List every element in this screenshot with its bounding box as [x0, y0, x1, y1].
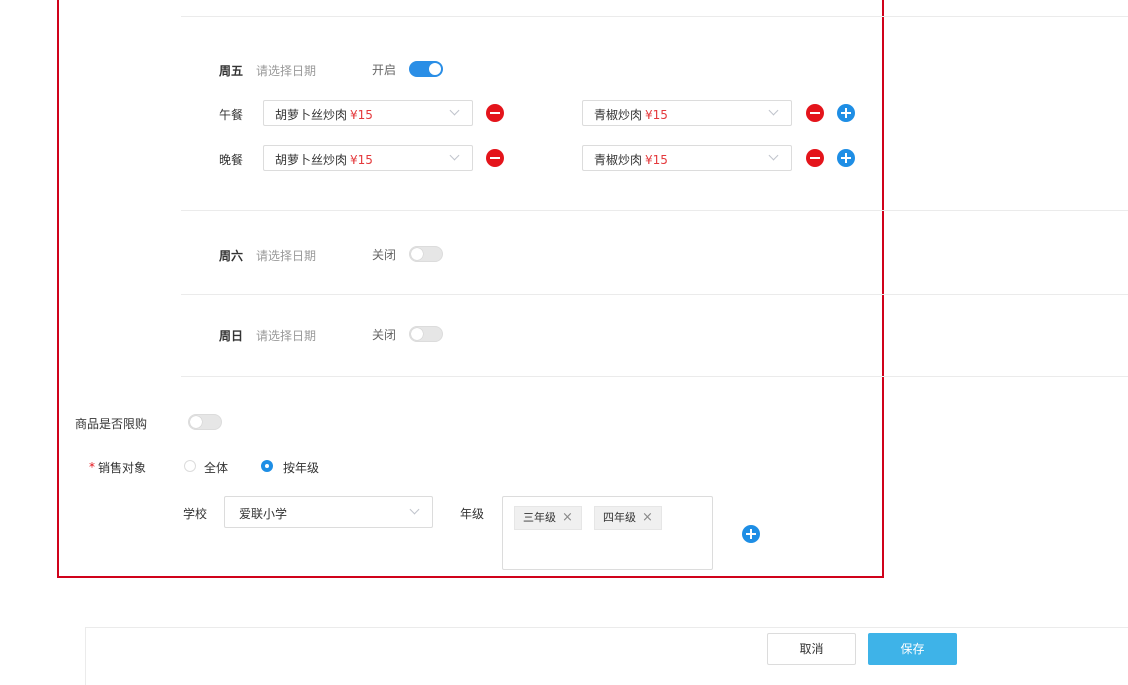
dish-name: 胡萝卜丝炒肉 [275, 108, 348, 122]
dish-name: 青椒炒肉 [594, 153, 643, 167]
grade-tag-label: 四年级 [603, 511, 636, 524]
meal-label-lunch: 午餐 [219, 108, 244, 122]
purchase-limit-label: 商品是否限购 [75, 417, 148, 431]
save-button[interactable]: 保存 [868, 633, 957, 665]
footer-border [85, 627, 86, 685]
chevron-down-icon [768, 105, 779, 116]
day-label-sunday: 周日 [219, 329, 244, 343]
toggle-saturday[interactable] [409, 246, 443, 262]
date-picker-sunday[interactable]: 请选择日期 [256, 327, 316, 344]
grade-tag: 三年级 × [514, 506, 582, 530]
close-icon[interactable]: × [562, 510, 573, 525]
dish-price: ¥15 [350, 153, 373, 167]
date-picker-saturday[interactable]: 请选择日期 [256, 247, 316, 264]
purchase-limit-toggle[interactable] [188, 414, 222, 430]
toggle-sunday[interactable] [409, 326, 443, 342]
chevron-down-icon [449, 150, 460, 161]
school-value: 爱联小学 [239, 507, 288, 521]
grade-label: 年级 [460, 507, 485, 521]
toggle-friday[interactable] [409, 61, 443, 77]
radio-all-label[interactable]: 全体 [204, 459, 228, 476]
radio-all[interactable] [184, 460, 196, 472]
dish-name: 青椒炒肉 [594, 108, 643, 122]
remove-dish-icon[interactable] [806, 104, 824, 122]
chevron-down-icon [409, 504, 420, 515]
toggle-knob [429, 63, 441, 75]
toggle-knob [411, 328, 423, 340]
switch-label-saturday: 关闭 [372, 248, 397, 262]
school-label: 学校 [183, 507, 208, 521]
close-icon[interactable]: × [642, 510, 653, 525]
day-label-saturday: 周六 [219, 249, 244, 263]
footer-divider [85, 627, 1128, 628]
add-dish-icon[interactable] [837, 104, 855, 122]
add-grade-icon[interactable] [742, 525, 760, 543]
chevron-down-icon [449, 105, 460, 116]
switch-label-friday: 开启 [372, 63, 397, 77]
divider [181, 376, 1128, 377]
school-select[interactable]: 爱联小学 [224, 496, 433, 528]
dish-select-dinner-1[interactable]: 胡萝卜丝炒肉 ¥15 [263, 145, 473, 171]
grade-tag: 四年级 × [594, 506, 662, 530]
divider [181, 16, 1128, 17]
meal-label-dinner: 晚餐 [219, 153, 244, 167]
dish-name: 胡萝卜丝炒肉 [275, 153, 348, 167]
radio-by-grade-label[interactable]: 按年级 [283, 459, 319, 476]
divider [181, 210, 1128, 211]
add-dish-icon[interactable] [837, 149, 855, 167]
dish-price: ¥15 [350, 108, 373, 122]
date-picker-friday[interactable]: 请选择日期 [256, 62, 316, 79]
dish-select-lunch-1[interactable]: 胡萝卜丝炒肉 ¥15 [263, 100, 473, 126]
day-label-friday: 周五 [219, 64, 244, 78]
radio-by-grade[interactable] [261, 460, 273, 472]
chevron-down-icon [768, 150, 779, 161]
grade-tag-label: 三年级 [523, 511, 556, 524]
switch-label-sunday: 关闭 [372, 328, 397, 342]
cancel-button[interactable]: 取消 [767, 633, 856, 665]
remove-dish-icon[interactable] [806, 149, 824, 167]
dish-select-dinner-2[interactable]: 青椒炒肉 ¥15 [582, 145, 792, 171]
sales-target-label: 销售对象 [98, 461, 147, 475]
highlight-frame [57, 0, 884, 578]
dish-select-lunch-2[interactable]: 青椒炒肉 ¥15 [582, 100, 792, 126]
toggle-knob [190, 416, 202, 428]
remove-dish-icon[interactable] [486, 149, 504, 167]
divider [181, 294, 1128, 295]
dish-price: ¥15 [645, 153, 668, 167]
remove-dish-icon[interactable] [486, 104, 504, 122]
toggle-knob [411, 248, 423, 260]
dish-price: ¥15 [645, 108, 668, 122]
required-mark: * [89, 460, 95, 474]
